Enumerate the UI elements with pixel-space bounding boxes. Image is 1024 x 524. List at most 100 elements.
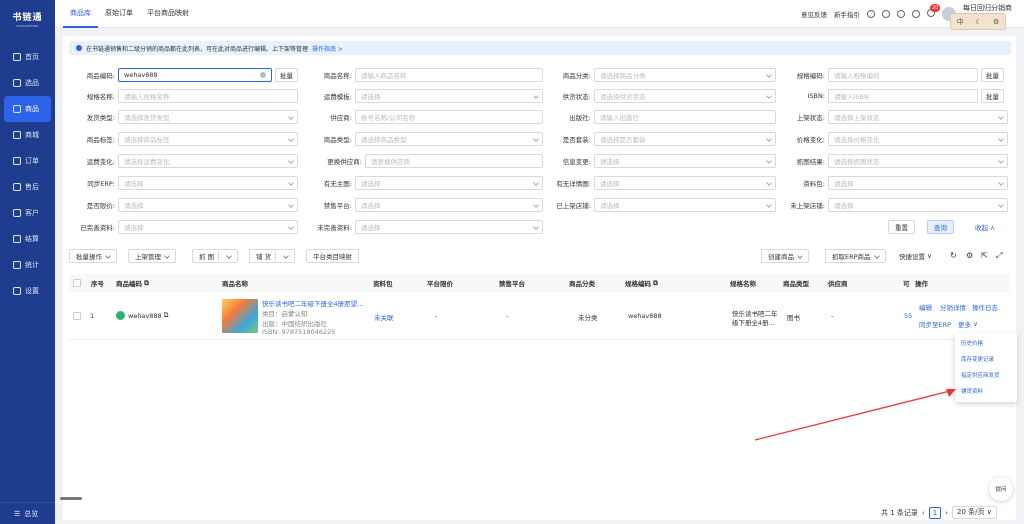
spec-name-input[interactable]: 请输入规格名称 [118,89,298,103]
complete-info-select[interactable]: 请选择 [118,220,298,234]
is-bundle-select[interactable]: 请选择是否套装 [594,132,776,146]
copy-icon[interactable]: ⧉ [164,311,169,320]
batch-ops-button[interactable]: 批量操作 [69,249,117,263]
page-number[interactable]: 1 [928,506,942,519]
listed-shop-select[interactable]: 请选择 [594,198,776,212]
supply-status-select[interactable]: 请选择供货状态 [594,89,776,103]
price-change-select[interactable]: 请选择价格变化 [828,132,1008,146]
product-type-select[interactable]: 请选择商品类型 [355,132,543,146]
bell-wrapper[interactable]: 20 [927,4,941,19]
freight-template-select[interactable]: 请选择 [355,89,543,103]
export-icon[interactable]: ⇱ [981,251,988,260]
refresh-icon[interactable]: ↻ [950,251,957,260]
headset-icon[interactable] [897,10,905,18]
sidebar-item-settings[interactable]: 设置 [0,278,55,304]
change-supplier-input[interactable]: 请更换供应商 [365,154,543,168]
more-link[interactable]: 更多 ∨ [958,319,978,329]
sidebar-item-settle[interactable]: 结算 [0,226,55,252]
sidebar-item-stats[interactable]: 统计 [0,252,55,278]
menu-item-fill-material[interactable]: 铺货资料 [955,384,1017,400]
sidebar-item-select[interactable]: 选品 [0,70,55,96]
message-icon[interactable] [882,10,890,18]
ship-type-select[interactable]: 请选择发货类型 [118,110,298,124]
product-title-link[interactable]: 快乐读书吧二年级下册全4册愿望... [262,298,363,308]
supplier-input[interactable]: 账号名称/公司名称 [355,110,543,124]
bulk-button[interactable]: 批量 [981,68,1004,82]
reset-button[interactable]: 重置 [888,220,915,234]
clear-icon[interactable] [260,72,266,78]
material-pack-select[interactable]: 请选择 [828,176,1008,190]
sync-erp-select[interactable]: 请选择 [118,176,298,190]
banned-platform-select[interactable]: 请选择 [355,198,543,212]
ask-question-button[interactable]: 提问 [989,477,1013,501]
product-tag-select[interactable]: 请选择商品标签 [118,132,298,146]
phone-icon[interactable] [912,10,920,18]
language-pill[interactable]: 中 ☾ ⚙ [950,13,1006,30]
sidebar-item-orders[interactable]: 订单 [0,148,55,174]
listing-mgmt-button[interactable]: 上架管理 [128,249,176,263]
upload-icon[interactable] [867,10,875,18]
menu-item-price-history[interactable]: 历史价格 [955,336,1017,352]
tab-raw-orders[interactable]: 原始订单 [98,0,140,28]
guide-link[interactable]: 操作指南 > [312,44,343,53]
product-name-input[interactable]: 请输入商品名称 [355,68,543,82]
copy-icon[interactable]: ⧉ [653,279,658,288]
freight-change-select[interactable]: 请选择运费变化 [118,154,298,168]
collapse-link[interactable]: 收起 ∧ [975,222,995,232]
product-code-input[interactable]: wehav888 [118,68,272,82]
gear-icon[interactable]: ⚙ [966,251,973,260]
feedback-link[interactable]: 意见反馈 [801,9,827,19]
sidebar-overview[interactable]: ☰ 总览 [0,502,55,524]
fill-stock-button[interactable]: 铺 货 [249,249,296,263]
distribution-detail-link[interactable]: 分销详情 [940,302,966,312]
query-button[interactable]: 查询 [927,220,954,234]
listing-status-select[interactable]: 请选择上架状态 [828,110,1008,124]
isbn-input[interactable]: 请输入ISBN [828,89,978,103]
stock-value[interactable]: 55 [904,312,912,320]
unlisted-shop-select[interactable]: 请选择 [828,198,1008,212]
incomplete-info-select[interactable]: 请选择 [355,220,543,234]
sidebar-item-goods[interactable]: 商品 [4,96,51,122]
app-logo[interactable]: 书链通 SHULIANTONG [0,0,55,32]
spec-code-input[interactable]: 请输入规格编码 [828,68,978,82]
sidebar-item-home[interactable]: 首页 [0,44,55,70]
platform-map-button[interactable]: 平台类目映射 [306,249,359,263]
row-checkbox[interactable] [73,312,81,320]
publisher-input[interactable]: 请输入出版社 [594,110,776,124]
bulk-button[interactable]: 批量 [981,89,1004,103]
copy-icon[interactable]: ⧉ [144,279,149,288]
crawl-result-select[interactable]: 请选择抓图状态 [828,154,1008,168]
sidebar-item-customer[interactable]: 客户 [0,200,55,226]
fetch-erp-button[interactable]: 抓取ERP商品 [825,249,886,263]
sync-erp-link[interactable]: 同步至ERP [919,319,951,329]
product-image[interactable] [222,299,258,333]
select-all-checkbox[interactable] [73,279,81,287]
tab-platform-mapping[interactable]: 平台商品映射 [140,0,196,28]
material-link[interactable]: 未关联 [374,312,394,322]
guide-link[interactable]: 新手指引 [834,9,860,19]
category-select[interactable]: 请选择商品分类 [594,68,776,82]
sidebar-item-mall[interactable]: 商城 [0,122,55,148]
horizontal-scrollbar[interactable] [60,497,82,500]
next-page-icon[interactable]: › [945,509,948,517]
menu-item-assign-supplier[interactable]: 指定供应商发货 [955,368,1017,384]
create-product-button[interactable]: 创建商品 [761,249,809,263]
info-change-select[interactable]: 请选择 [594,154,776,168]
tab-product-library[interactable]: 商品库 [63,0,98,28]
sidebar-item-aftersale[interactable]: 售后 [0,174,55,200]
bulk-button[interactable]: 批量 [275,68,298,82]
user-name[interactable]: 每日回归分销商 [963,3,1012,13]
crawl-image-button[interactable]: 抓 图 [192,249,239,263]
edit-link[interactable]: 编辑 [919,302,932,312]
header-stock: 可 [903,280,910,288]
page-size-select[interactable]: 20 条/页 ∨ [952,506,997,519]
has-main-img-select[interactable]: 请选择 [355,176,543,190]
menu-item-stock-log[interactable]: 库存变更记录 [955,352,1017,368]
price-limit-select[interactable]: 请选择 [118,198,298,212]
fullscreen-icon[interactable]: ⤢ [996,251,1002,261]
chevron-down-icon [533,224,539,230]
has-detail-img-select[interactable]: 请选择 [594,176,776,190]
prev-page-icon[interactable]: ‹ [922,509,925,517]
quick-settings[interactable]: 快捷设置 ∨ [899,251,932,261]
operation-log-link[interactable]: 操作日志 [972,302,998,312]
